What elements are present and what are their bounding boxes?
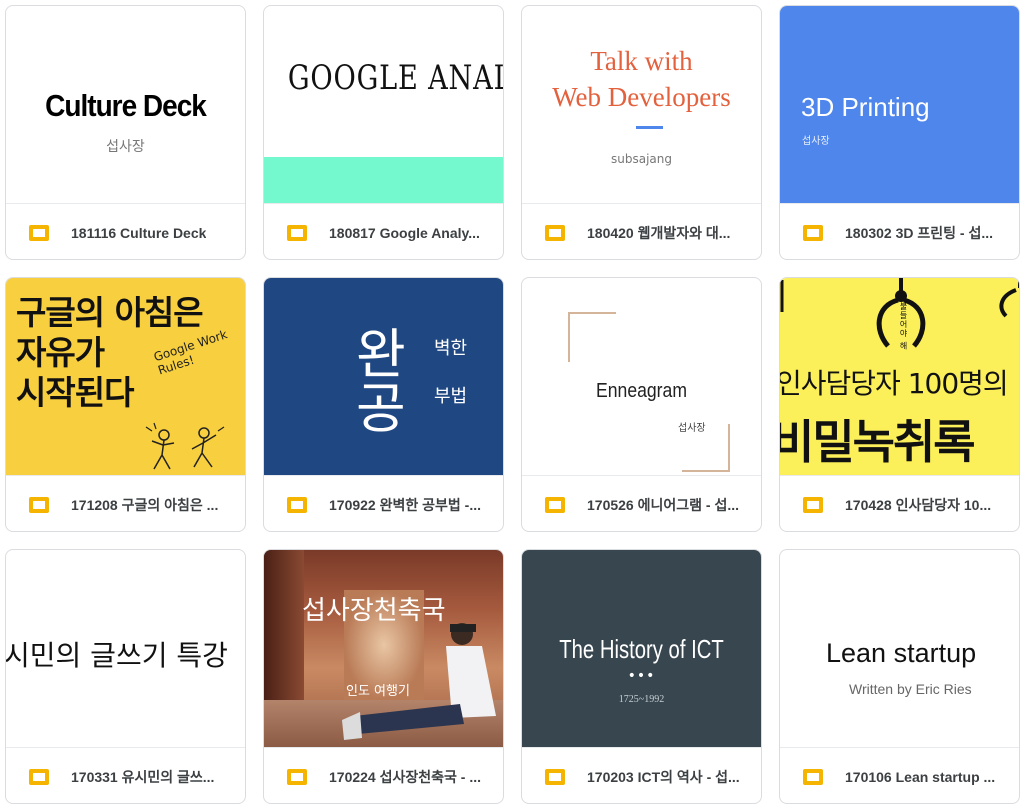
slides-icon bbox=[545, 224, 565, 241]
slides-icon bbox=[29, 496, 49, 513]
slides-icon bbox=[803, 224, 823, 241]
thumbnail: 구글의 아침은 자유가 시작된다 Google Work Rules! bbox=[6, 278, 245, 476]
thumb-heading: Lean startup bbox=[826, 638, 977, 668]
mint-band bbox=[264, 157, 503, 203]
thumbnail: Talk with Web Developers subsajang bbox=[522, 6, 761, 204]
card-footer: 170203 ICT의 역사 - 섭... bbox=[522, 748, 761, 803]
file-title: 170526 에니어그램 - 섭... bbox=[587, 496, 739, 513]
file-title: 180420 웹개발자와 대... bbox=[587, 224, 731, 241]
file-title: 170922 완벽한 공부법 -... bbox=[329, 496, 481, 513]
slides-icon bbox=[287, 224, 307, 241]
slides-icon bbox=[803, 496, 823, 513]
card-footer: 171208 구글의 아침은 ... bbox=[6, 476, 245, 531]
thumb-dots: ••• bbox=[627, 668, 656, 684]
thumb-heading: Enneagram bbox=[596, 380, 687, 402]
slides-icon bbox=[287, 496, 307, 513]
thumb-heading: The History of ICT bbox=[559, 634, 724, 664]
file-card-india-travel[interactable]: 섭사장천축국 인도 여행기 170224 섭사장천축국 - ... bbox=[263, 549, 504, 804]
thumbnail: 시민의 글쓰기 특강 bbox=[6, 550, 245, 748]
slides-icon bbox=[545, 496, 565, 513]
thumb-heading: Culture Deck bbox=[45, 88, 207, 123]
thumb-small2: 부법 bbox=[434, 386, 468, 407]
slides-icon bbox=[29, 224, 49, 241]
thumbnail: 완 공 벽한 부법 bbox=[264, 278, 503, 476]
thumb-line3: 시작된다 bbox=[16, 373, 134, 412]
thumb-line1: Talk with bbox=[590, 46, 693, 76]
file-title: 180302 3D 프린팅 - 섭... bbox=[845, 224, 994, 241]
thumb-subtitle: subsajang bbox=[611, 152, 672, 166]
file-card-3d-printing[interactable]: 3D Printing 섭사장 180302 3D 프린팅 - 섭... bbox=[779, 5, 1020, 260]
thumb-subtitle: 1725~1992 bbox=[618, 694, 665, 705]
file-title: 170203 ICT의 역사 - 섭... bbox=[587, 768, 740, 785]
people-illustration-icon bbox=[145, 422, 225, 470]
file-title: 180817 Google Analy... bbox=[329, 224, 480, 241]
file-title: 170331 유시민의 글쓰... bbox=[71, 768, 215, 785]
thumb-subtitle: 인도 여행기 bbox=[346, 684, 410, 699]
thumb-heading: GOOGLE ANALYTICS bbox=[287, 58, 503, 98]
file-title: 171208 구글의 아침은 ... bbox=[71, 496, 219, 513]
thumb-line2: 비밀녹취록 bbox=[780, 415, 976, 469]
card-footer: 170428 인사담당자 10... bbox=[780, 476, 1019, 531]
thumb-big2: 공 bbox=[356, 377, 406, 440]
file-card-history-ict[interactable]: The History of ICT ••• 1725~1992 170203 … bbox=[521, 549, 762, 804]
thumb-subtitle: Written by Eric Ries bbox=[849, 681, 972, 697]
file-card-enneagram[interactable]: Enneagram 섭사장 170526 에니어그램 - 섭... bbox=[521, 277, 762, 532]
card-footer: 170106 Lean startup ... bbox=[780, 748, 1019, 803]
thumb-subtitle: 섭사장 bbox=[802, 136, 830, 147]
card-footer: 170526 에니어그램 - 섭... bbox=[522, 476, 761, 531]
thumb-vertical: 불들어야 해 bbox=[899, 302, 908, 351]
file-card-google-analytics[interactable]: GOOGLE ANALYTICS 180817 Google Analy... bbox=[263, 5, 504, 260]
thumbnail: The History of ICT ••• 1725~1992 bbox=[522, 550, 761, 748]
thumb-subtitle: 섭사장 bbox=[678, 423, 706, 434]
card-footer: 180817 Google Analy... bbox=[264, 204, 503, 259]
thumb-line1: 인사담당자 100명의 bbox=[780, 367, 1009, 400]
file-title: 170106 Lean startup ... bbox=[845, 768, 996, 785]
claw-edge-left-icon bbox=[780, 280, 784, 312]
thumbnail: 불들어야 해 인사담당자 100명의 비밀녹취록 bbox=[780, 278, 1019, 476]
card-footer: 181116 Culture Deck bbox=[6, 204, 245, 259]
file-card-google-morning[interactable]: 구글의 아침은 자유가 시작된다 Google Work Rules! 1712… bbox=[5, 277, 246, 532]
claw-edge-icon bbox=[999, 278, 1019, 318]
file-card-culture-deck[interactable]: Culture Deck 섭사장 181116 Culture Deck bbox=[5, 5, 246, 260]
thumbnail: Enneagram 섭사장 bbox=[522, 278, 761, 476]
thumbnail: GOOGLE ANALYTICS bbox=[264, 6, 503, 204]
card-footer: 170331 유시민의 글쓰... bbox=[6, 748, 245, 803]
thumbnail: Culture Deck 섭사장 bbox=[6, 6, 245, 204]
card-footer: 180420 웹개발자와 대... bbox=[522, 204, 761, 259]
thumbnail: 섭사장천축국 인도 여행기 bbox=[264, 550, 503, 748]
file-title: 170224 섭사장천축국 - ... bbox=[329, 768, 481, 785]
thumbnail: 3D Printing 섭사장 bbox=[780, 6, 1019, 204]
slides-icon bbox=[545, 768, 565, 785]
card-footer: 170922 완벽한 공부법 -... bbox=[264, 476, 503, 531]
thumb-heading: 3D Printing bbox=[801, 92, 930, 122]
card-footer: 170224 섭사장천축국 - ... bbox=[264, 748, 503, 803]
file-title: 170428 인사담당자 10... bbox=[845, 496, 992, 513]
file-card-hr-recordings[interactable]: 불들어야 해 인사담당자 100명의 비밀녹취록 170428 인사담당자 10… bbox=[779, 277, 1020, 532]
slides-icon bbox=[29, 768, 49, 785]
slides-icon bbox=[287, 768, 307, 785]
file-card-web-developers[interactable]: Talk with Web Developers subsajang 18042… bbox=[521, 5, 762, 260]
file-card-lean-startup[interactable]: Lean startup Written by Eric Ries 170106… bbox=[779, 549, 1020, 804]
thumb-small1: 벽한 bbox=[434, 338, 468, 359]
corner-bracket-top bbox=[568, 312, 616, 362]
thumb-heading: 시민의 글쓰기 특강 bbox=[6, 639, 228, 672]
thumb-heading: 섭사장천축국 bbox=[302, 596, 446, 626]
thumb-line2: Web Developers bbox=[552, 82, 731, 112]
file-title: 181116 Culture Deck bbox=[71, 224, 207, 241]
card-footer: 180302 3D 프린팅 - 섭... bbox=[780, 204, 1019, 259]
slides-icon bbox=[803, 768, 823, 785]
file-card-study-method[interactable]: 완 공 벽한 부법 170922 완벽한 공부법 -... bbox=[263, 277, 504, 532]
accent-divider bbox=[636, 126, 663, 129]
thumbnail: Lean startup Written by Eric Ries bbox=[780, 550, 1019, 748]
file-card-writing-lecture[interactable]: 시민의 글쓰기 특강 170331 유시민의 글쓰... bbox=[5, 549, 246, 804]
thumb-subtitle: 섭사장 bbox=[106, 139, 145, 155]
